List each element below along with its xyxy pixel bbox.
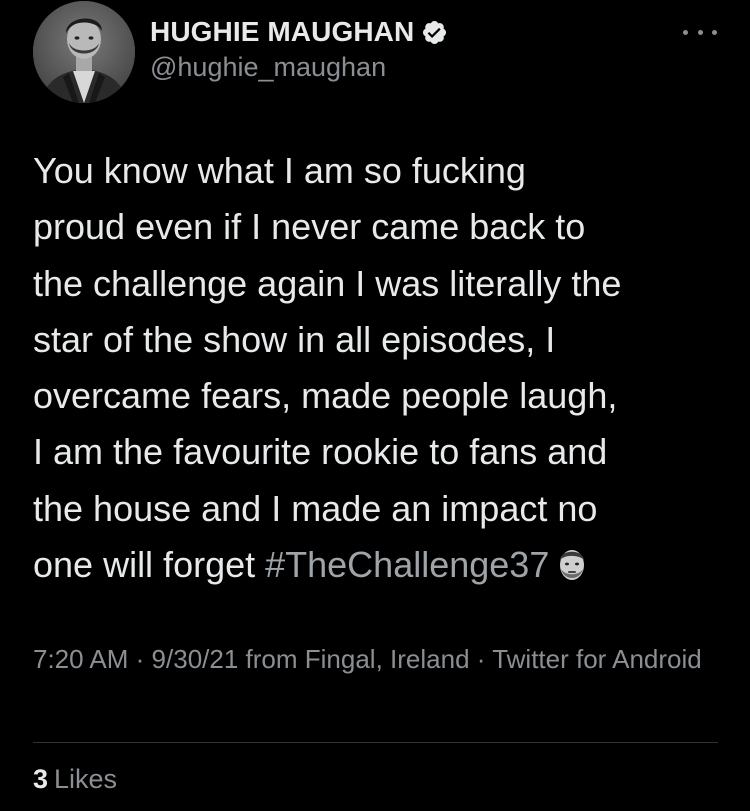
- face-emoji-icon: [555, 543, 589, 581]
- author-block: HUGHIE MAUGHAN @hughie_maughan: [150, 14, 448, 83]
- more-options-icon[interactable]: [683, 26, 717, 38]
- from-label: from: [245, 644, 298, 674]
- tweet-source[interactable]: Twitter for Android: [492, 644, 702, 674]
- author-display-name[interactable]: HUGHIE MAUGHAN: [150, 16, 414, 48]
- verified-badge-icon: [421, 19, 448, 46]
- tweet-date[interactable]: 9/30/21: [152, 644, 239, 674]
- likes-label: Likes: [54, 764, 118, 794]
- likes-stat[interactable]: 3 Likes: [33, 764, 117, 795]
- more-dot: [697, 29, 703, 35]
- tweet-location[interactable]: Fingal, Ireland: [305, 644, 470, 674]
- more-dot: [683, 29, 688, 35]
- divider: [33, 742, 718, 743]
- meta-separator: ·: [135, 644, 145, 674]
- more-dot: [712, 29, 717, 35]
- tweet-detail: HUGHIE MAUGHAN @hughie_maughan You know …: [0, 0, 750, 811]
- likes-count: 3: [33, 764, 49, 794]
- tweet-text: You know what I am so fucking proud even…: [33, 143, 733, 593]
- tweet-body-text: You know what I am so fucking proud even…: [33, 150, 622, 586]
- profile-photo-icon: [33, 1, 135, 103]
- hashtag-link[interactable]: #TheChallenge37: [265, 544, 549, 585]
- avatar[interactable]: [33, 1, 135, 103]
- author-handle[interactable]: @hughie_maughan: [150, 52, 448, 83]
- meta-separator: ·: [476, 644, 486, 674]
- tweet-time[interactable]: 7:20 AM: [33, 644, 128, 674]
- tweet-meta: 7:20 AM · 9/30/21 from Fingal, Ireland ·…: [33, 640, 723, 679]
- author-name-row: HUGHIE MAUGHAN: [150, 14, 448, 50]
